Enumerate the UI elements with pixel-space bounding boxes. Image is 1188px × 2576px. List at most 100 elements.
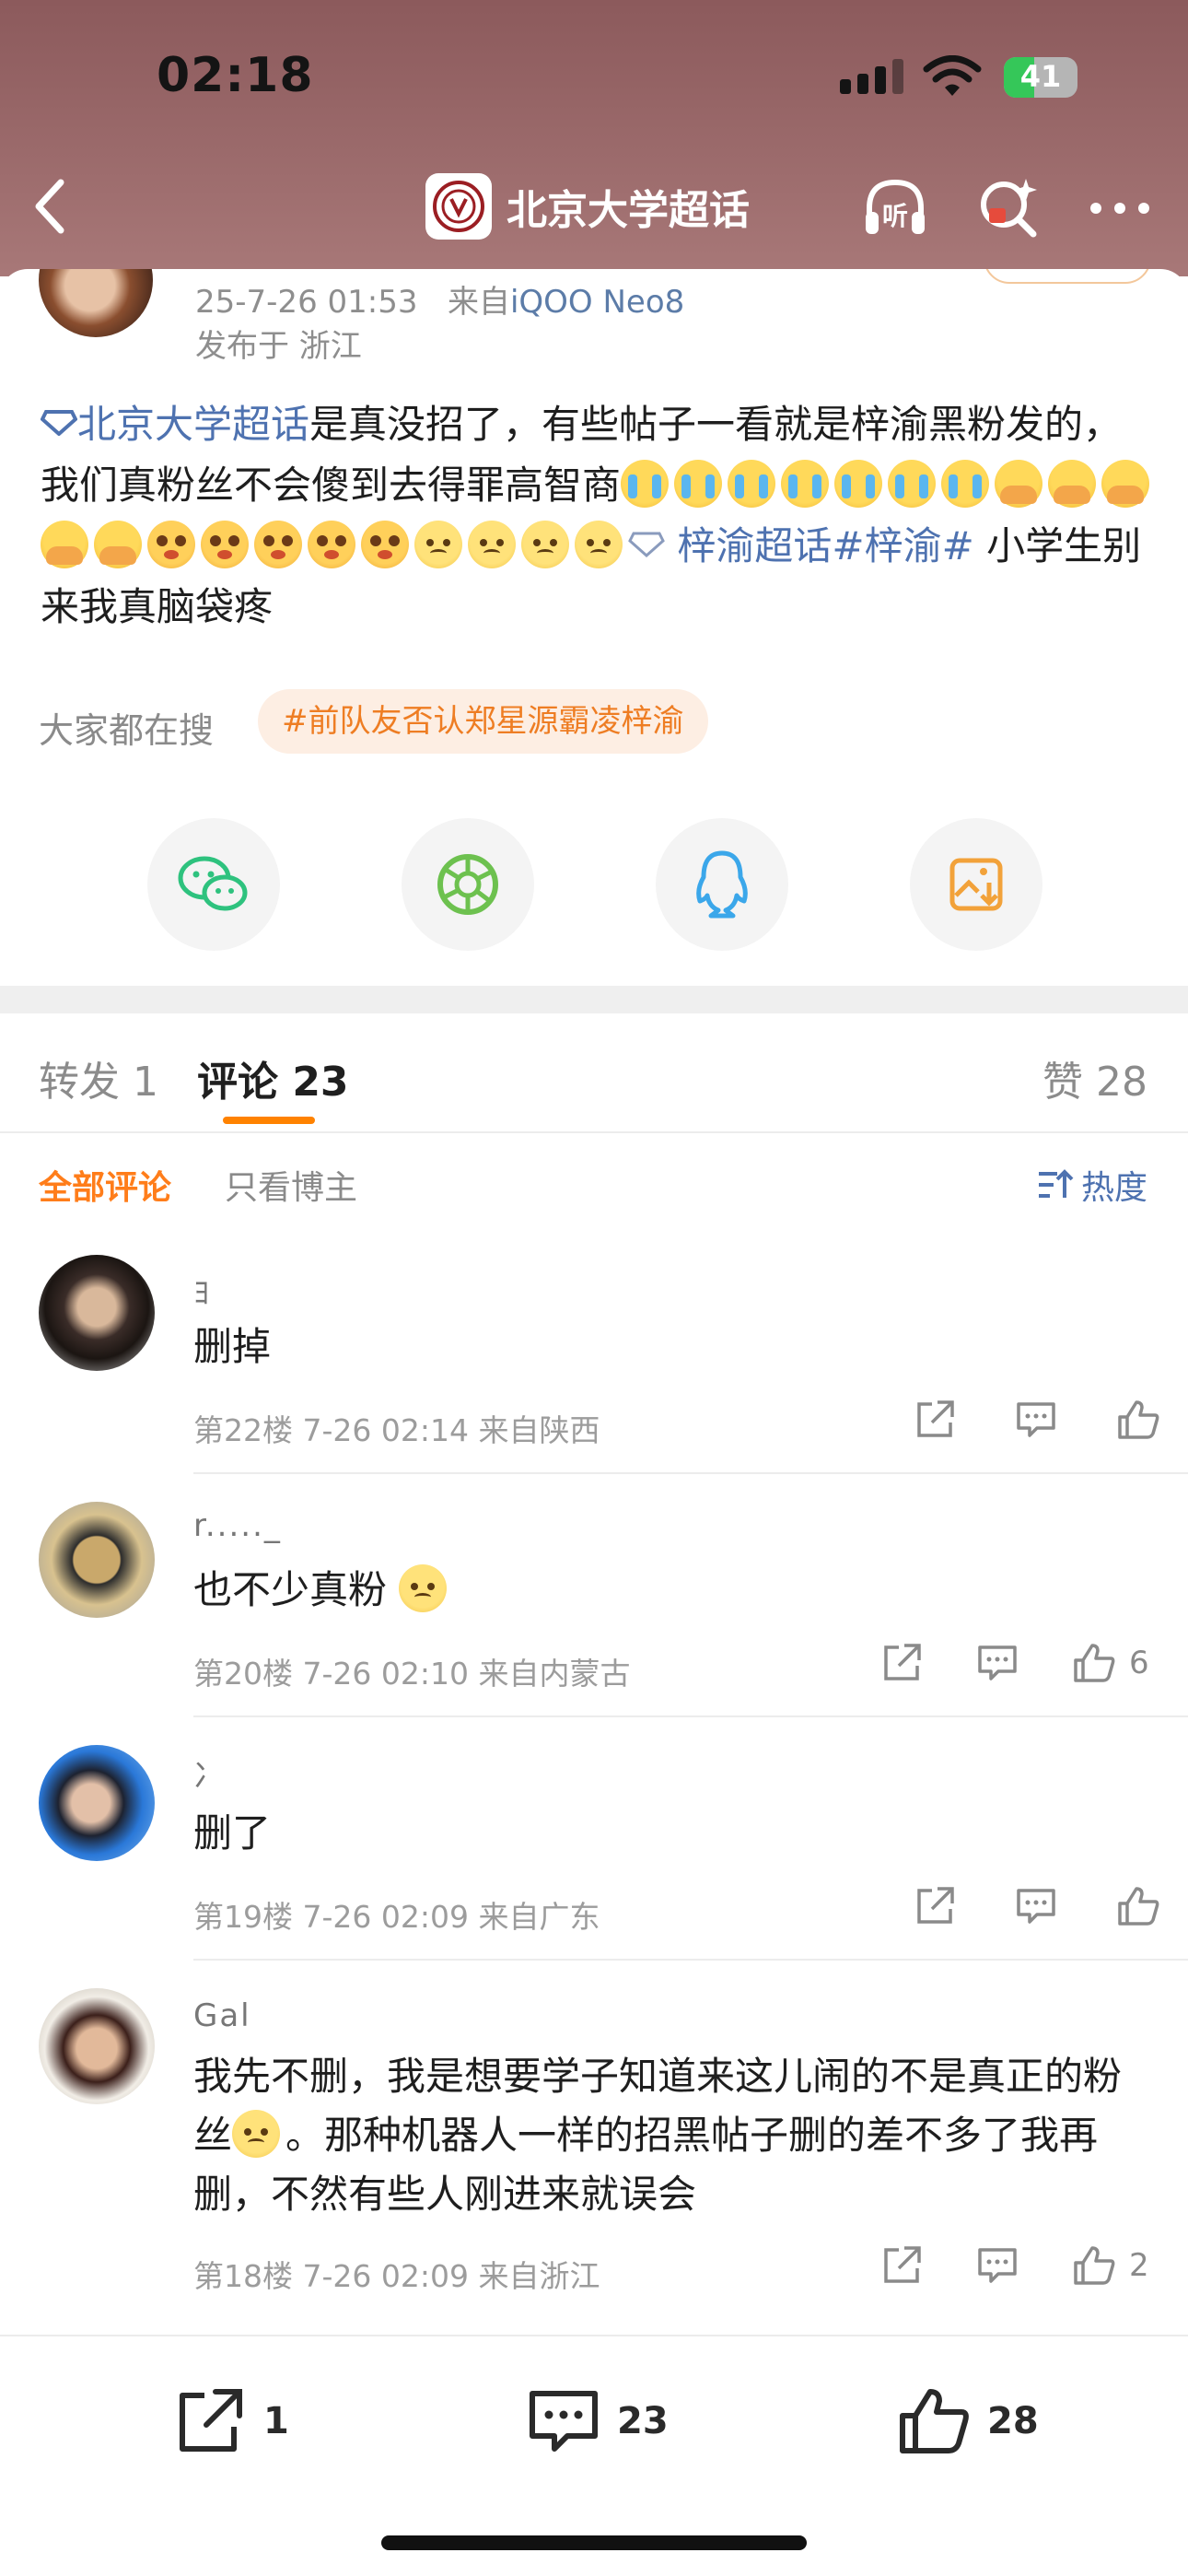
commenter-avatar[interactable] xyxy=(39,1255,155,1371)
sort-by-hot-button[interactable]: 热度 xyxy=(1037,1161,1147,1209)
share-qq-button[interactable] xyxy=(656,818,788,951)
moments-icon xyxy=(437,854,498,915)
follow-button[interactable] xyxy=(984,269,1151,284)
repost-button[interactable]: 1 xyxy=(173,2386,289,2456)
nav-title: 北京大学超话 xyxy=(507,187,750,234)
comment-meta: 第19楼 7-26 02:09 来自广东 xyxy=(193,1899,600,1935)
plead-emoji-icon xyxy=(147,521,195,568)
commenter-name[interactable]: 冫 xyxy=(193,1751,227,1796)
cry-emoji-icon xyxy=(621,460,670,508)
share-wechat-button[interactable] xyxy=(147,818,280,951)
comment-actions: 2 xyxy=(880,2244,1149,2287)
comment-icon xyxy=(530,2391,598,2452)
tab-likes[interactable]: 赞 28 xyxy=(1042,1048,1147,1107)
comment-text: 删掉 xyxy=(193,1324,272,1369)
cover-emoji-icon xyxy=(1048,460,1097,508)
topic-link[interactable]: 北京大学超话 xyxy=(77,402,309,447)
like-button[interactable]: 2 xyxy=(1072,2244,1149,2287)
headphones-listen-icon[interactable]: 听 xyxy=(858,171,932,245)
plead-emoji-icon xyxy=(361,521,409,568)
search-sparkle-icon[interactable] xyxy=(973,171,1046,245)
like-count-total: 28 xyxy=(987,2400,1039,2442)
more-options-icon[interactable] xyxy=(1083,171,1157,245)
share-icon[interactable] xyxy=(880,1642,923,1684)
cry-emoji-icon xyxy=(888,460,937,508)
sort-icon xyxy=(1038,1169,1074,1198)
comment-text-part-b: 。那种机器人一样的招黑帖子删的差不多了我再删，不然有些人刚进来就误会 xyxy=(193,2113,1099,2217)
share-icon[interactable] xyxy=(914,1399,956,1441)
comment-item: r....._ 也不少真粉 第20楼 7-26 02:10 来自内蒙古 6 xyxy=(0,1474,1188,1717)
filter-all-comments[interactable]: 全部评论 xyxy=(39,1161,171,1209)
pku-logo-icon xyxy=(425,173,492,240)
share-moments-button[interactable] xyxy=(402,818,534,951)
cry-emoji-icon xyxy=(781,460,830,508)
sad-emoji-icon xyxy=(414,521,462,568)
super-topic-diamond-icon xyxy=(40,410,78,437)
sad-emoji-icon xyxy=(468,521,516,568)
back-arrow-icon[interactable] xyxy=(28,177,74,236)
commenter-avatar[interactable] xyxy=(39,1745,155,1861)
reply-icon[interactable] xyxy=(976,2244,1019,2287)
tab-active-indicator xyxy=(223,1117,315,1124)
like-post-button[interactable]: 28 xyxy=(897,2386,1039,2456)
cover-emoji-icon xyxy=(995,460,1043,508)
comment-meta: 第20楼 7-26 02:10 来自内蒙古 xyxy=(193,1656,631,1692)
comment-actions: 6 xyxy=(880,1642,1149,1684)
hashtag-link[interactable]: #梓渝# xyxy=(832,523,973,568)
comment-text: 我先不删，我是想要学子知道来这儿闹的不是真正的粉丝 。那种机器人一样的招黑帖子删的… xyxy=(193,2047,1151,2224)
like-button[interactable]: 6 xyxy=(1072,1642,1149,1684)
tab-reposts[interactable]: 转发 1 xyxy=(39,1048,158,1107)
save-image-button[interactable] xyxy=(910,818,1042,951)
share-icon[interactable] xyxy=(880,2244,923,2287)
author-avatar[interactable] xyxy=(39,269,153,337)
post-meta: 25-7-26 01:53 来自iQOO Neo8 xyxy=(195,276,684,322)
sad-emoji-icon xyxy=(521,521,569,568)
commenter-name[interactable]: Gal xyxy=(193,1997,251,2034)
commenter-name[interactable]: ﾖ xyxy=(193,1268,211,1313)
like-icon[interactable] xyxy=(1116,1399,1160,1441)
plead-emoji-icon xyxy=(254,521,302,568)
section-divider xyxy=(0,986,1188,1013)
home-indicator xyxy=(381,2535,807,2550)
comment-text: 删了 xyxy=(193,1810,272,1856)
comment-actions xyxy=(914,1399,1160,1441)
commenter-name[interactable]: r....._ xyxy=(193,1507,282,1544)
sort-label: 热度 xyxy=(1080,1169,1147,1207)
cover-emoji-icon xyxy=(1101,460,1150,508)
comment-item: ﾖ 删掉 第22楼 7-26 02:14 来自陕西 xyxy=(0,1235,1188,1474)
comment-text: 也不少真粉 xyxy=(193,1561,1151,1620)
reply-icon[interactable] xyxy=(976,1642,1019,1684)
comment-meta: 第22楼 7-26 02:14 来自陕西 xyxy=(193,1412,600,1448)
reply-icon[interactable] xyxy=(1015,1885,1057,1927)
share-icon[interactable] xyxy=(914,1885,956,1927)
comment-filter-row: 全部评论 只看博主 热度 xyxy=(0,1133,1188,1235)
cry-emoji-icon xyxy=(728,460,776,508)
reply-icon[interactable] xyxy=(1015,1399,1057,1441)
topic-link-2[interactable]: 梓渝超话 xyxy=(677,523,832,568)
like-icon xyxy=(1074,2246,1115,2285)
nav-title-group[interactable]: 北京大学超话 xyxy=(425,173,750,240)
super-topic-diamond-icon xyxy=(628,532,665,558)
wechat-icon xyxy=(178,856,248,911)
filter-author-only[interactable]: 只看博主 xyxy=(225,1161,357,1209)
comment-button[interactable]: 23 xyxy=(527,2386,669,2456)
commenter-avatar[interactable] xyxy=(39,1502,155,1618)
battery-level: 41 xyxy=(1019,59,1062,94)
like-icon xyxy=(1074,1644,1115,1682)
glasses-face-emoji-icon xyxy=(399,1564,448,1612)
post-card: 25-7-26 01:53 来自iQOO Neo8 发布于 浙江 北京大学超话是… xyxy=(0,269,1188,986)
cover-emoji-icon xyxy=(41,521,88,568)
post-device[interactable]: iQOO Neo8 xyxy=(510,284,684,321)
cover-emoji-icon xyxy=(94,521,142,568)
like-icon[interactable] xyxy=(1116,1885,1160,1927)
comment-meta: 第18楼 7-26 02:09 来自浙江 xyxy=(193,2258,600,2294)
sad-face-emoji-icon xyxy=(232,2110,281,2158)
sad-emoji-icon xyxy=(575,521,623,568)
cry-emoji-icon xyxy=(941,460,990,508)
tab-comments[interactable]: 评论 23 xyxy=(197,1048,349,1107)
trending-search-tag[interactable]: #前队友否认郑星源霸凌梓渝 xyxy=(258,689,708,754)
commenter-avatar[interactable] xyxy=(39,1988,155,2104)
like-count: 2 xyxy=(1129,2247,1149,2284)
comment-item: 冫 删了 第19楼 7-26 02:09 来自广东 xyxy=(0,1717,1188,1961)
wifi-icon xyxy=(923,55,982,96)
